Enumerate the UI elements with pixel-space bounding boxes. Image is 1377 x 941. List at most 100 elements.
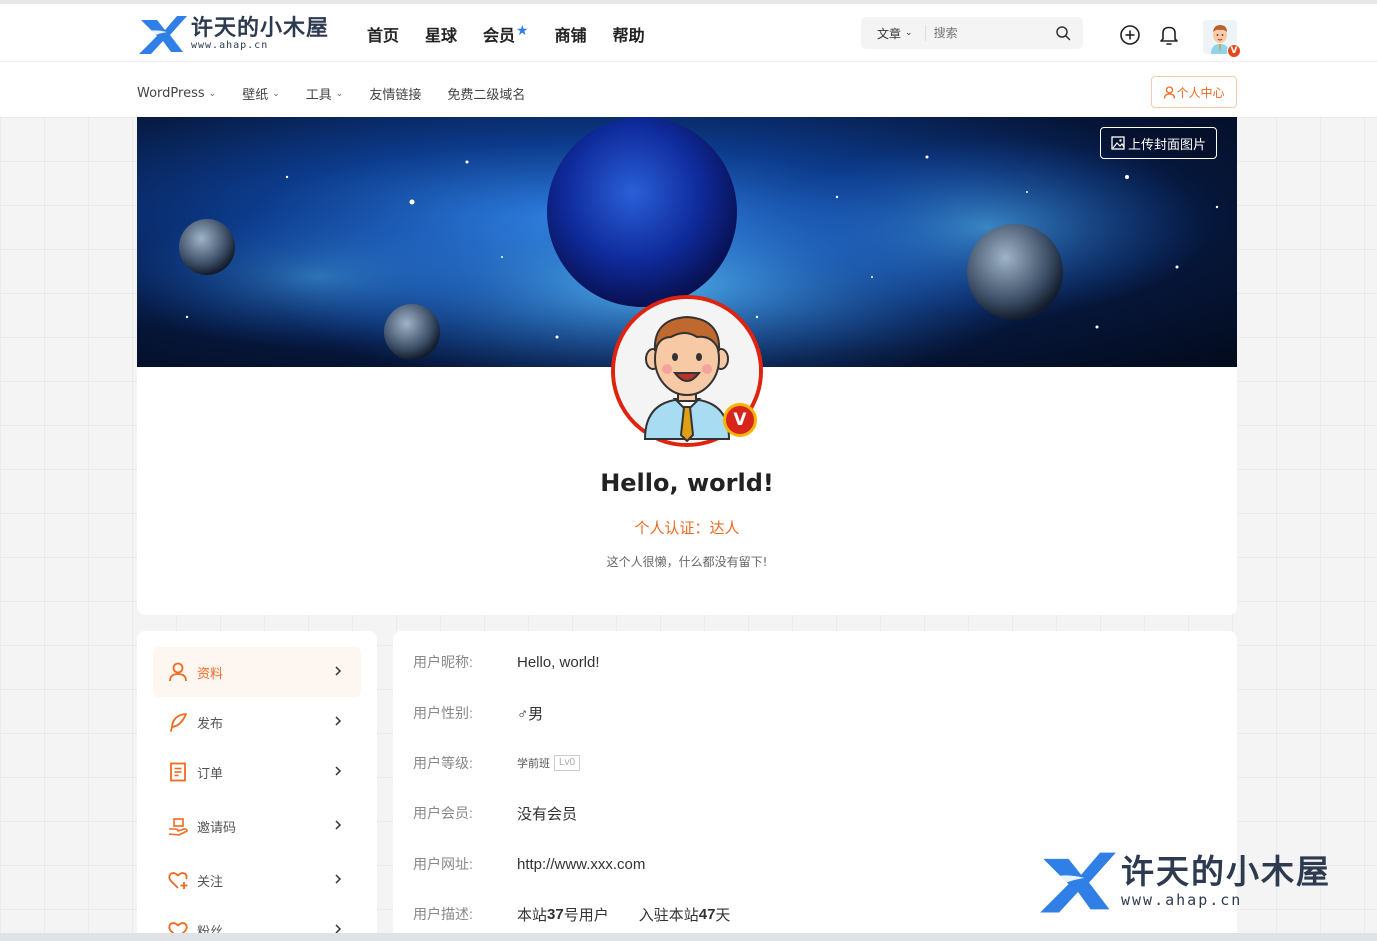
user-number: 37 <box>547 905 564 923</box>
info-row-level: 用户等级: 学前班 Lv0 <box>413 751 581 775</box>
nav-home[interactable]: 首页 <box>367 22 399 46</box>
level-name: 学前班 <box>517 758 550 770</box>
site-logo[interactable]: 许天的小木屋 www.ahap.cn <box>137 12 337 56</box>
info-description: 本站 37 号用户 入驻本站 47 天 <box>517 904 730 925</box>
header-avatar[interactable]: V <box>1203 20 1241 58</box>
feather-icon <box>170 713 187 732</box>
user-no-prefix: 本站 <box>517 906 548 924</box>
menu-item-orders[interactable]: 订单 <box>153 747 361 797</box>
info-row-url: 用户网址: http://www.xxx.com <box>413 852 645 876</box>
chevron-down-icon: ⌄ <box>208 88 217 99</box>
profile-name: Hello, world! <box>600 469 774 497</box>
nav-vip-label: 会员 <box>483 26 516 45</box>
days-suffix: 天 <box>715 906 731 924</box>
menu-item-label: 关注 <box>197 874 224 890</box>
chevron-right-icon <box>335 666 342 676</box>
search-input[interactable] <box>933 26 1054 40</box>
chevron-down-icon: ⌄ <box>272 88 280 99</box>
header-bottom: WordPress ⌄ 壁纸 ⌄ 工具 ⌄ 友情链接 免费二级域名 个人中心 <box>0 62 1377 116</box>
chevron-right-icon <box>335 874 342 884</box>
logo-x-icon <box>137 16 187 54</box>
info-nickname: Hello, world! <box>517 653 600 671</box>
info-vip: 没有会员 <box>517 805 578 823</box>
invite-icon <box>168 818 188 836</box>
info-row-description: 用户描述: 本站 37 号用户 入驻本站 47 天 <box>413 902 730 926</box>
menu-item-label: 发布 <box>197 716 224 732</box>
user-icon <box>169 662 187 682</box>
logo-subtitle: www.ahap.cn <box>191 40 269 51</box>
site-header: 许天的小木屋 www.ahap.cn 首页 星球 会员★ 商铺 帮助 文章 ⌄ <box>0 0 1377 117</box>
info-label: 用户描述: <box>413 906 473 922</box>
chevron-down-icon: ⌄ <box>335 88 344 99</box>
nav-planet[interactable]: 星球 <box>425 22 457 46</box>
user-no-suffix: 号用户 <box>563 906 609 924</box>
info-gender: ♂男 <box>517 705 544 723</box>
info-row-vip: 用户会员: 没有会员 <box>413 801 577 825</box>
info-label: 用户昵称: <box>413 654 473 670</box>
user-center-button[interactable]: 个人中心 <box>1151 76 1237 108</box>
info-row-nickname: 用户昵称: Hello, world! <box>413 650 600 674</box>
days-prefix: 入驻本站 <box>638 906 699 924</box>
chevron-right-icon <box>335 716 342 726</box>
subnav-wordpress[interactable]: WordPress ⌄ <box>137 84 216 103</box>
days-count: 47 <box>698 905 716 923</box>
profile-certification: 个人认证：达人 <box>634 519 740 537</box>
chevron-right-icon <box>335 766 342 776</box>
logo-text: 许天的小木屋 www.ahap.cn <box>191 16 329 52</box>
chevron-right-icon <box>335 820 342 830</box>
search-category-label: 文章 <box>877 26 902 41</box>
subnav-wallpaper[interactable]: 壁纸 ⌄ <box>242 84 280 103</box>
subnav-friend-links[interactable]: 友情链接 <box>369 84 421 103</box>
menu-item-profile[interactable]: 资料 <box>153 647 361 697</box>
chevron-down-icon: ⌄ <box>905 28 913 38</box>
menu-item-follow[interactable]: 关注 <box>153 855 361 905</box>
bell-icon[interactable] <box>1158 24 1180 46</box>
level-tag: Lv0 <box>554 755 581 771</box>
upload-cover-button[interactable]: 上传封面图片 <box>1099 127 1217 159</box>
search-box: 文章 ⌄ <box>861 17 1083 49</box>
logo-x-icon <box>1037 852 1116 913</box>
verified-badge: V <box>1227 44 1241 58</box>
info-row-gender: 用户性别: ♂男 <box>413 701 543 725</box>
logo-title: 许天的小木屋 <box>191 15 330 41</box>
subnav-tools[interactable]: 工具 ⌄ <box>306 84 344 103</box>
user-center-label: 个人中心 <box>1176 85 1225 100</box>
profile-avatar[interactable]: V <box>611 295 763 447</box>
sub-nav: WordPress ⌄ 壁纸 ⌄ 工具 ⌄ 友情链接 免费二级域名 <box>137 84 525 103</box>
info-label: 用户性别: <box>413 705 473 721</box>
menu-item-publish[interactable]: 发布 <box>153 697 361 747</box>
subnav-tools-label: 工具 <box>305 88 332 103</box>
search-category-select[interactable]: 文章 ⌄ <box>861 25 926 41</box>
nav-vip[interactable]: 会员 ★ <box>483 22 529 46</box>
heart-plus-icon <box>168 872 188 889</box>
subnav-wallpaper-label: 壁纸 <box>242 88 269 103</box>
add-circle-icon[interactable] <box>1119 24 1141 46</box>
menu-item-invite-code[interactable]: 邀请码 <box>153 801 361 851</box>
info-label: 用户网址: <box>413 856 473 872</box>
watermark-subtitle: www.ahap.cn <box>1121 891 1243 909</box>
star-icon: ★ <box>516 23 529 39</box>
subnav-free-domain[interactable]: 免费二级域名 <box>447 84 525 103</box>
menu-item-label: 资料 <box>197 666 224 682</box>
verified-badge: V <box>723 403 757 437</box>
search-icon[interactable] <box>1055 25 1071 41</box>
user-side-menu: 资料 发布 订单 邀请码 关注 粉丝 <box>137 631 377 941</box>
bottom-scroll-bar <box>0 933 1377 941</box>
menu-item-label: 订单 <box>197 766 224 782</box>
watermark-text: 许天的小木屋 www.ahap.cn <box>1121 852 1331 910</box>
site-watermark: 许天的小木屋 www.ahap.cn <box>1037 846 1357 916</box>
info-label: 用户会员: <box>413 805 473 821</box>
nav-shop[interactable]: 商铺 <box>555 22 587 46</box>
profile-description: 这个人很懒，什么都没有留下! <box>606 555 768 569</box>
order-icon <box>170 762 186 782</box>
watermark-title: 许天的小木屋 <box>1121 852 1331 891</box>
menu-item-label: 邀请码 <box>197 820 237 836</box>
main-nav: 首页 星球 会员 ★ 商铺 帮助 <box>367 22 645 46</box>
user-icon <box>1164 85 1176 99</box>
image-icon <box>1111 136 1125 150</box>
info-url[interactable]: http://www.xxx.com <box>517 856 645 873</box>
upload-cover-label: 上传封面图片 <box>1127 137 1206 153</box>
header-top: 许天的小木屋 www.ahap.cn 首页 星球 会员★ 商铺 帮助 文章 ⌄ <box>0 4 1377 62</box>
nav-help[interactable]: 帮助 <box>613 22 645 46</box>
info-label: 用户等级: <box>413 755 473 771</box>
